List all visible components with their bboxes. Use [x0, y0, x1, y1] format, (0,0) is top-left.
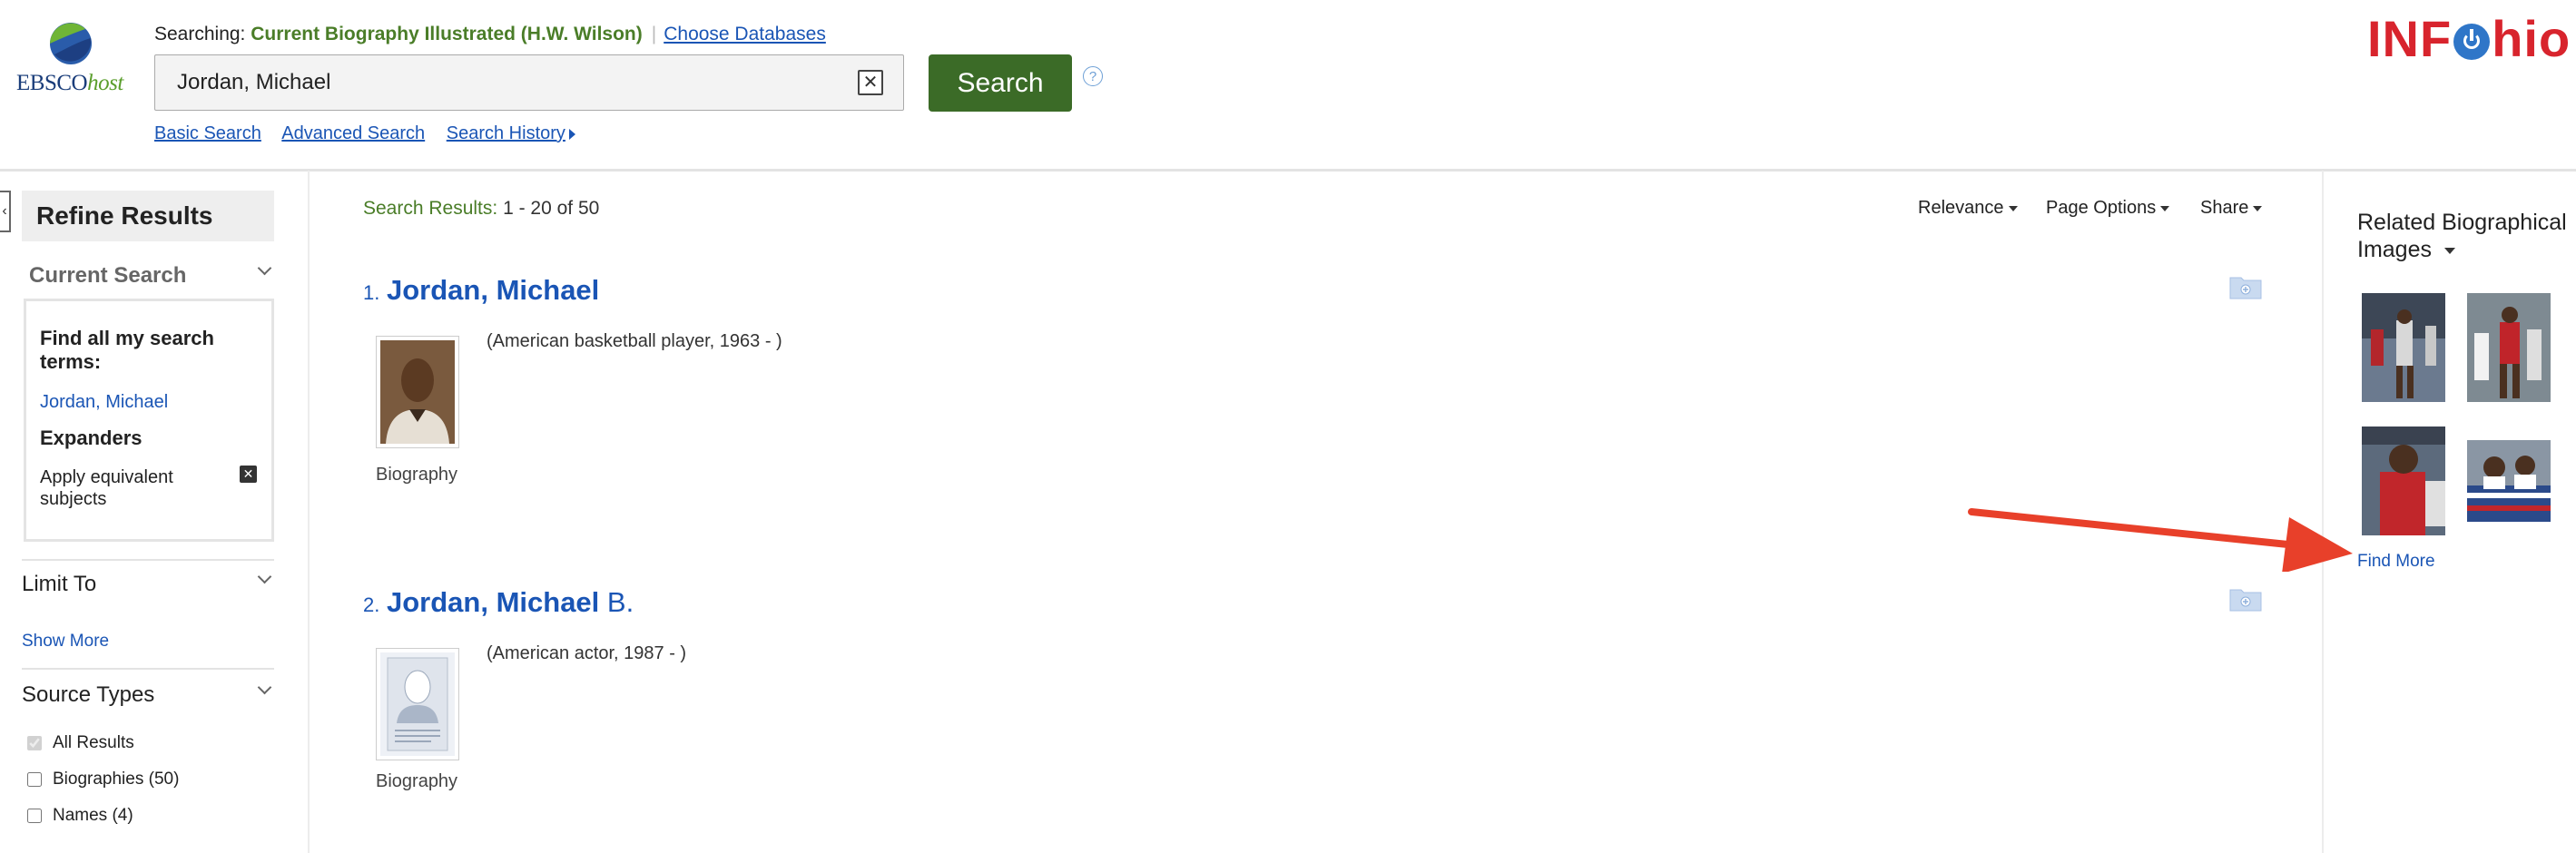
searching-label: Searching: — [154, 24, 246, 44]
all-results-checkbox[interactable] — [27, 736, 42, 750]
remove-expander-icon[interactable]: ✕ — [240, 466, 257, 483]
sidebar-divider — [22, 668, 274, 670]
infohio-logo[interactable]: INF hio — [2367, 9, 2571, 68]
database-name: Current Biography Illustrated (H.W. Wils… — [251, 24, 643, 44]
person-photo-icon — [380, 340, 455, 444]
sort-label: Relevance — [1918, 198, 2004, 218]
source-type-names[interactable]: Names (4) — [27, 806, 133, 826]
search-box: ✕ — [154, 54, 904, 111]
result-number: 2. — [363, 593, 380, 616]
basketball-photo-icon — [2362, 426, 2445, 535]
basketball-photo-icon — [2362, 293, 2445, 402]
power-icon — [2453, 24, 2491, 60]
add-to-folder-icon[interactable] — [2229, 274, 2262, 299]
biographies-checkbox[interactable] — [27, 772, 42, 787]
share-label: Share — [2200, 198, 2249, 218]
search-subnav: Basic Search Advanced Search Search Hist… — [154, 123, 592, 144]
share-dropdown[interactable]: Share — [2200, 198, 2263, 219]
show-more-link[interactable]: Show More — [22, 632, 109, 652]
limit-to-title[interactable]: Limit To — [22, 572, 96, 597]
result-thumbnail[interactable] — [376, 648, 459, 760]
results-count-value: 1 - 20 of 50 — [503, 198, 600, 219]
searching-line: Searching: Current Biography Illustrated… — [154, 24, 826, 45]
chevron-down-icon[interactable] — [257, 260, 272, 276]
related-image[interactable] — [2467, 440, 2551, 522]
ebsco-globe-icon — [50, 23, 92, 64]
caret-right-icon — [568, 128, 575, 140]
collapse-sidebar-icon[interactable]: ‹ — [0, 191, 11, 232]
page-options-label: Page Options — [2046, 198, 2157, 218]
chevron-down-icon[interactable] — [257, 680, 272, 695]
result-description: (American basketball player, 1963 - ) — [487, 331, 782, 351]
sidebar-divider-vertical — [308, 171, 310, 853]
result-title-text: Jordan, Michael — [387, 274, 600, 306]
result-type-label: Biography — [376, 465, 458, 485]
basic-search-link[interactable]: Basic Search — [154, 123, 261, 143]
result-title-suffix: B. — [599, 586, 634, 618]
result-type-label: Biography — [376, 771, 458, 791]
related-images-label: Related Biographical Images — [2357, 210, 2567, 262]
related-images-title[interactable]: Related Biographical Images — [2357, 209, 2575, 263]
result-title-text: Jordan, Michael — [387, 586, 600, 618]
search-history-label: Search History — [446, 123, 565, 143]
clear-search-icon[interactable]: ✕ — [858, 70, 883, 95]
results-count: Search Results: 1 - 20 of 50 — [363, 198, 599, 220]
refine-results-header: Refine Results — [22, 191, 274, 241]
result-title-link[interactable]: Jordan, Michael — [387, 274, 599, 307]
caret-down-icon — [2008, 205, 2018, 211]
names-checkbox[interactable] — [27, 809, 42, 823]
sort-relevance-dropdown[interactable]: Relevance — [1918, 198, 2018, 219]
find-terms-label: Find all my search terms: — [40, 327, 214, 373]
search-button[interactable]: Search — [929, 54, 1072, 112]
choose-databases-link[interactable]: Choose Databases — [664, 24, 826, 44]
related-image[interactable] — [2467, 293, 2551, 402]
basketball-photo-icon — [2467, 440, 2551, 522]
page-options-dropdown[interactable]: Page Options — [2046, 198, 2170, 219]
red-arrow-icon — [1968, 508, 2353, 572]
find-terms-value[interactable]: Jordan, Michael — [40, 392, 168, 413]
caret-down-icon — [2160, 205, 2170, 211]
source-type-all-results[interactable]: All Results — [27, 733, 134, 753]
related-image[interactable] — [2362, 293, 2445, 402]
current-search-title[interactable]: Current Search — [29, 263, 186, 289]
source-type-label: Names (4) — [53, 806, 133, 825]
separator: | — [651, 24, 657, 44]
result-description: (American actor, 1987 - ) — [487, 643, 687, 663]
search-history-link[interactable]: Search History — [447, 123, 575, 143]
source-type-label: All Results — [53, 733, 134, 752]
caret-down-icon — [2443, 247, 2455, 254]
sidebar-divider — [22, 559, 274, 561]
result-thumbnail[interactable] — [376, 336, 459, 448]
source-types-title[interactable]: Source Types — [22, 682, 154, 708]
source-type-label: Biographies (50) — [53, 770, 180, 789]
result-number: 1. — [363, 281, 380, 304]
expanders-label: Expanders — [40, 426, 143, 449]
no-photo-placeholder-icon — [380, 652, 455, 756]
ebscohost-logo[interactable]: EBSCOhost — [16, 22, 134, 103]
ebscohost-wordmark: EBSCOhost — [16, 71, 123, 95]
add-to-folder-icon[interactable] — [2229, 586, 2262, 612]
source-type-biographies[interactable]: Biographies (50) — [27, 770, 179, 789]
caret-down-icon — [2253, 205, 2263, 211]
results-count-label: Search Results: — [363, 198, 498, 219]
expander-item: Apply equivalent subjects — [40, 467, 173, 509]
advanced-search-link[interactable]: Advanced Search — [281, 123, 425, 143]
header-divider — [0, 169, 2576, 172]
result-title-link[interactable]: Jordan, Michael B. — [387, 586, 634, 619]
chevron-down-icon[interactable] — [257, 569, 272, 584]
find-more-link[interactable]: Find More — [2357, 552, 2435, 572]
search-input[interactable] — [155, 55, 849, 110]
help-icon[interactable]: ? — [1083, 66, 1103, 86]
basketball-photo-icon — [2467, 293, 2551, 402]
related-image[interactable] — [2362, 426, 2445, 535]
